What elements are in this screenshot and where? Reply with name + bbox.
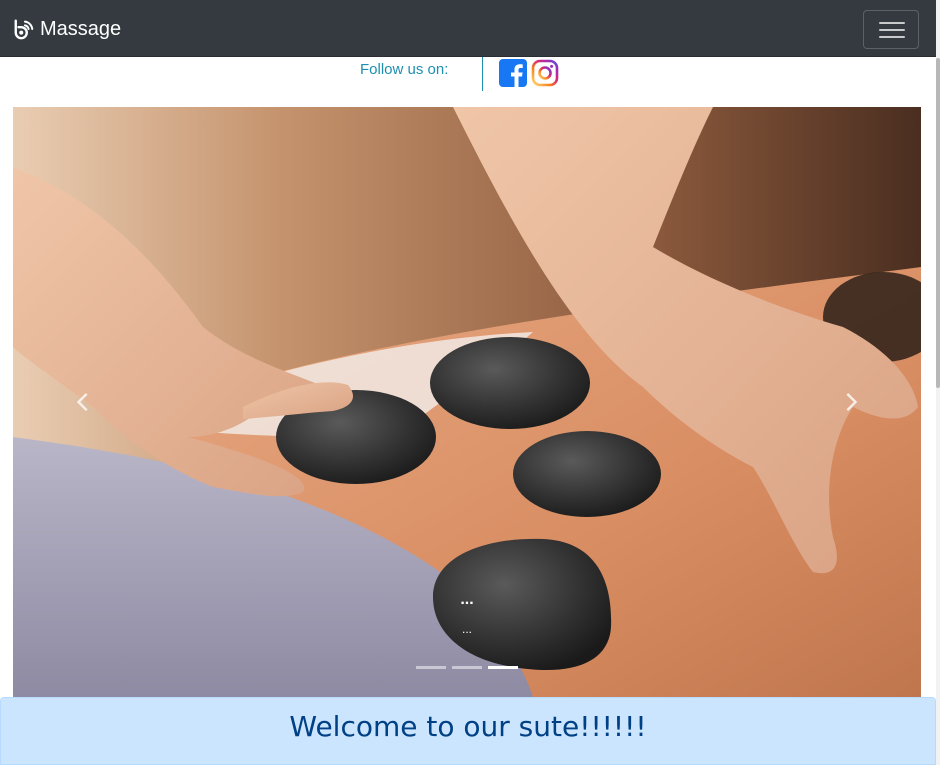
bootstrap-logo-icon [14,19,34,40]
scrollbar-thumb[interactable] [936,58,940,388]
carousel-caption-title: ... [460,591,474,608]
welcome-banner: Welcome to our sute!!!!!! [0,697,936,765]
chevron-left-icon [76,393,88,411]
chevron-right-icon [846,393,858,411]
image-carousel: ... ... [13,107,921,697]
navbar: Massage [0,0,936,57]
carousel-indicator-1[interactable] [416,666,446,669]
navbar-toggler-button[interactable] [863,10,919,49]
brand-name: Massage [40,18,122,40]
carousel-indicators [416,666,518,669]
carousel-caption-text: ... [461,622,472,636]
facebook-link[interactable] [499,59,527,87]
carousel-indicator-3[interactable] [488,666,518,669]
follow-divider [482,57,483,91]
follow-label: Follow us on: [360,61,449,78]
welcome-heading: Welcome to our sute!!!!!! [289,710,647,743]
facebook-icon [499,59,527,87]
instagram-icon [531,59,559,87]
brand-link[interactable]: Massage [13,15,121,43]
social-follow-bar: Follow us on: [0,57,936,107]
carousel-indicator-2[interactable] [452,666,482,669]
instagram-link[interactable] [531,59,559,87]
